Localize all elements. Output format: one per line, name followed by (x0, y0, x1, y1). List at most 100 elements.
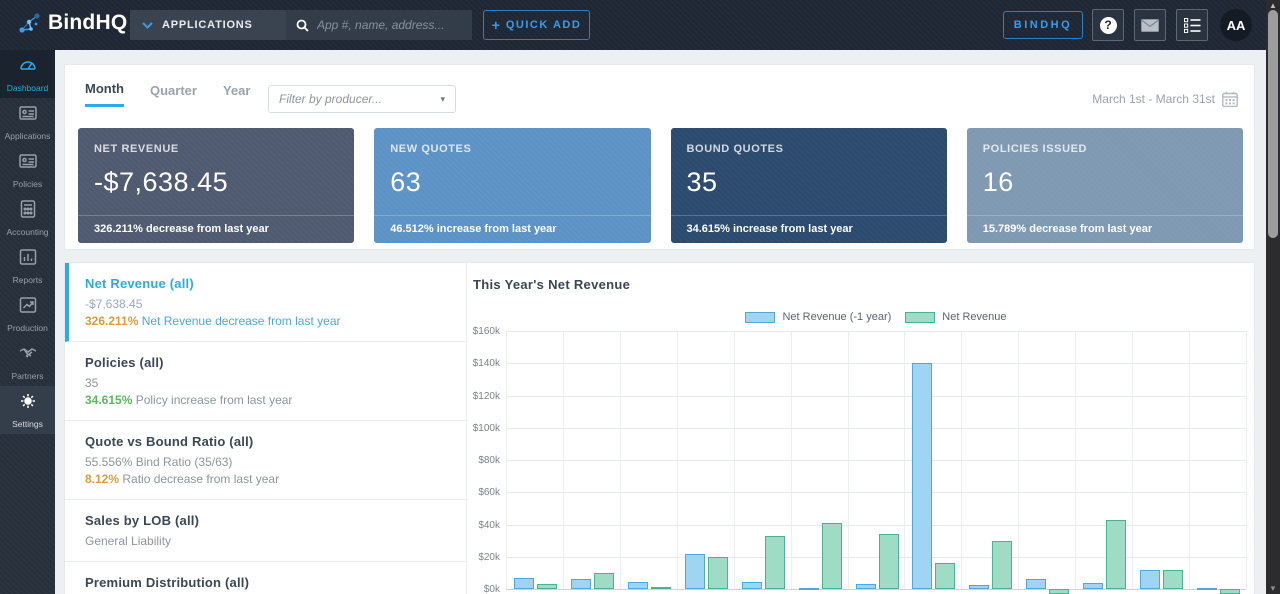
sidebar-item-accounting[interactable]: Accounting (0, 194, 55, 242)
bar-current-2[interactable] (593, 572, 614, 589)
bar-current-3[interactable] (650, 587, 671, 590)
legend-label: Net Revenue (-1 year) (782, 311, 892, 323)
bar-prev-year-2[interactable] (570, 579, 591, 589)
sidebar-item-policies[interactable]: Policies (0, 146, 55, 194)
bar-current-8[interactable] (935, 563, 956, 589)
bar-prev-year-6[interactable] (798, 587, 819, 590)
summary-panel: Month Quarter Year Filter by producer... ▾… (64, 64, 1255, 250)
vertical-scrollbar[interactable]: ▲ ▼ (1266, 0, 1280, 594)
bar-prev-year-9[interactable] (969, 584, 990, 589)
stat-card-net-revenue: NET REVENUE -$7,638.45 326.211% decrease f… (78, 128, 355, 243)
bar-prev-year-4[interactable] (684, 553, 705, 589)
checklist-icon (1183, 17, 1200, 33)
bar-current-11[interactable] (1106, 519, 1127, 589)
net-revenue-bar-chart: $160k $140k $120k $100k $80k $60k $40k $20k $0k (473, 326, 1247, 594)
sidebar-item-applications[interactable]: Applications (0, 98, 55, 146)
tab-month[interactable]: Month (85, 81, 124, 107)
metric-change-pct: 326.211% (85, 314, 139, 328)
metric-item-net-revenue-all[interactable]: Net Revenue (all) -$7,638.45 326.211% Net … (65, 263, 466, 342)
id-card-icon (18, 151, 38, 176)
bar-current-9[interactable] (992, 540, 1013, 589)
help-button[interactable]: ? (1092, 9, 1124, 41)
stat-card-label: BOUND QUOTES (686, 143, 784, 155)
sidebar-item-settings[interactable]: Settings (0, 386, 55, 434)
stat-card-footer: 15.789% decrease from last year (966, 215, 1243, 243)
bindhq-button[interactable]: BINDHQ (1003, 11, 1083, 39)
metric-item-policies-all[interactable]: Policies (all) 35 34.615% Policy increase … (65, 342, 466, 421)
stat-card-label: POLICIES ISSUED (982, 143, 1088, 155)
bar-current-5[interactable] (764, 535, 785, 589)
detail-panel: Net Revenue (all) -$7,638.45 326.211% Net … (64, 262, 1255, 594)
producer-filter-select[interactable]: Filter by producer... ▾ (268, 85, 456, 113)
h-gridline (506, 460, 1246, 461)
bar-prev-year-8[interactable] (912, 363, 933, 589)
user-avatar[interactable]: AA (1220, 9, 1252, 41)
messages-button[interactable] (1134, 9, 1166, 41)
stat-card-footer: 326.211% decrease from last year (78, 215, 355, 243)
chart-title: This Year's Net Revenue (473, 277, 631, 292)
tab-quarter[interactable]: Quarter (150, 83, 197, 106)
bar-prev-year-1[interactable] (514, 577, 534, 589)
metric-change-text: Policy increase from last year (132, 393, 293, 407)
v-gridline (619, 331, 621, 589)
scroll-up-arrow[interactable]: ▲ (1266, 1, 1280, 10)
bar-current-6[interactable] (821, 522, 842, 589)
scroll-down-arrow[interactable]: ▼ (1266, 584, 1280, 593)
applications-dropdown-label: APPLICATIONS (162, 19, 253, 31)
plus-icon: + (491, 17, 500, 33)
bar-prev-year-12[interactable] (1140, 569, 1161, 589)
handshake-icon (18, 343, 38, 368)
v-gridline (1189, 331, 1191, 589)
bar-prev-year-11[interactable] (1083, 582, 1104, 589)
metric-title: Policies (all) (85, 355, 164, 370)
quick-add-button[interactable]: + QUICK ADD (483, 10, 590, 40)
gauge-icon (18, 55, 38, 80)
bindhq-logo[interactable]: BindHQ (18, 10, 127, 36)
bar-current-1[interactable] (537, 584, 557, 589)
tasks-button[interactable] (1176, 9, 1208, 41)
bar-current-4[interactable] (707, 556, 728, 589)
chart-legend: Net Revenue (-1 year) Net Revenue (506, 311, 1246, 323)
bar-prev-year-10[interactable] (1026, 579, 1047, 589)
bar-prev-year-13[interactable] (1197, 587, 1218, 590)
metric-item-quote-vs-bound-ratio-all[interactable]: Quote vs Bound Ratio (all) 55.556% Bind R… (65, 421, 466, 500)
y-axis-tick: $20k (478, 551, 500, 563)
bar-prev-year-5[interactable] (741, 581, 762, 589)
date-range-picker[interactable]: March 1st - March 31st (1092, 91, 1238, 107)
search-input[interactable] (317, 18, 457, 32)
sidebar-item-partners[interactable]: Partners (0, 338, 55, 386)
envelope-icon (1141, 18, 1159, 32)
bar-current-10[interactable] (1049, 589, 1070, 594)
metric-change-pct: 8.12% (85, 472, 120, 486)
v-gridline (562, 331, 564, 589)
metric-change: 34.615% Policy increase from last year (85, 393, 446, 407)
metric-value: General Liability (85, 534, 172, 548)
h-gridline (506, 492, 1246, 494)
bar-current-13[interactable] (1220, 589, 1241, 594)
global-search[interactable] (286, 10, 472, 40)
tab-year[interactable]: Year (223, 83, 250, 106)
logo-text: BindHQ (48, 11, 128, 34)
metric-item-sales-by-lob-all[interactable]: Sales by LOB (all) General Liability (65, 500, 466, 562)
y-axis-tick: $80k (478, 455, 500, 466)
h-gridline (506, 556, 1246, 558)
sidebar-item-label: Partners (11, 371, 44, 381)
bar-current-12[interactable] (1163, 569, 1184, 589)
stat-card-value: 35 (686, 167, 718, 197)
sidebar-item-production[interactable]: Production (0, 290, 55, 338)
bar-prev-year-3[interactable] (627, 581, 648, 589)
sidebar-item-dashboard[interactable]: Dashboard (0, 50, 55, 98)
bar-prev-year-7[interactable] (855, 584, 876, 589)
sidebar-item-label: Settings (12, 419, 43, 429)
bar-current-7[interactable] (878, 534, 899, 589)
applications-dropdown[interactable]: APPLICATIONS (130, 10, 286, 40)
y-axis-tick: $140k (472, 358, 500, 370)
sidebar-item-label: Dashboard (6, 83, 49, 93)
legend-swatch-icon (745, 311, 776, 323)
stat-card-value: 16 (982, 167, 1014, 197)
stat-card-new-quotes: NEW QUOTES 63 46.512% increase from last y… (374, 128, 651, 243)
v-gridline (904, 331, 906, 589)
scrollbar-thumb[interactable] (1268, 10, 1278, 238)
sidebar-item-reports[interactable]: Reports (0, 242, 55, 290)
metric-item-premium-distribution-all[interactable]: Premium Distribution (all)$0.00 - $4,999… (65, 562, 466, 594)
